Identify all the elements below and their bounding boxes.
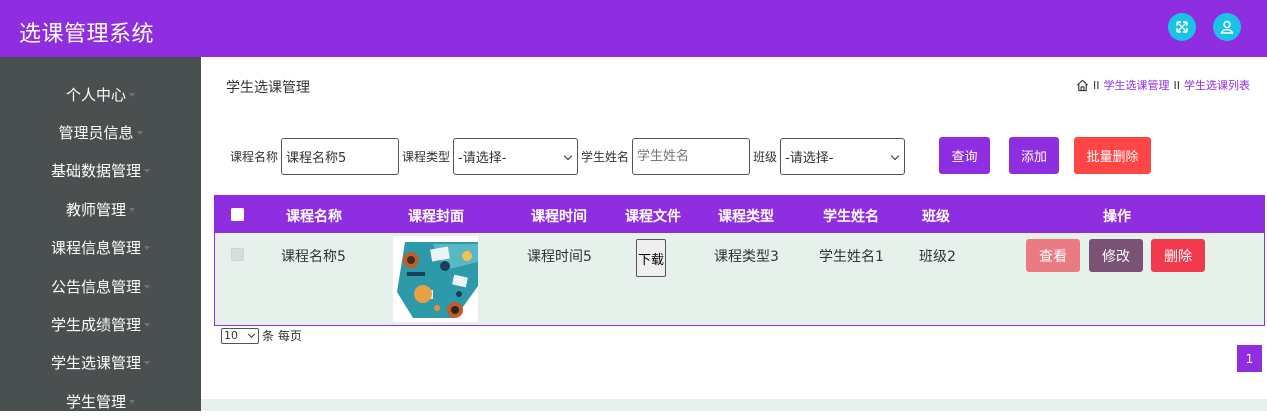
sidebar-item-personal-center[interactable]: 个人中心 <box>0 76 201 112</box>
user-icon[interactable] <box>1213 13 1241 41</box>
header-actions: 操作 <box>1103 209 1131 225</box>
chevron-down-icon <box>129 93 135 97</box>
app-title: 选课管理系统 <box>19 22 155 47</box>
class-label: 班级 <box>753 149 778 164</box>
header-student-name: 学生姓名 <box>823 209 879 225</box>
select-all-checkbox[interactable] <box>231 208 244 221</box>
main-content: 学生选课管理 II 学生选课管理 II 学生选课列表 课程名称 课程类型 -请选… <box>201 57 1267 411</box>
chevron-down-icon <box>144 323 150 327</box>
class-selected: -请选择- <box>785 150 834 166</box>
pagination: 10 条 每页 <box>221 327 302 344</box>
sidebar-item-label: 课程信息管理 <box>50 238 141 257</box>
header-course-file: 课程文件 <box>625 209 681 225</box>
chevron-down-icon <box>563 151 573 160</box>
sidebar-item-basic-data[interactable]: 基础数据管理 <box>0 152 201 188</box>
course-type-label: 课程类型 <box>402 149 451 164</box>
sidebar-item-students[interactable]: 学生管理 <box>0 383 201 419</box>
chevron-down-icon <box>144 285 150 289</box>
batch-delete-button[interactable]: 批量删除 <box>1074 137 1151 174</box>
sidebar-item-label: 学生成绩管理 <box>50 315 141 334</box>
header-course-name: 课程名称 <box>286 209 342 225</box>
delete-button[interactable]: 删除 <box>1151 239 1205 272</box>
sidebar-item-label: 学生管理 <box>65 392 126 411</box>
header-class: 班级 <box>922 209 950 225</box>
page-size-select[interactable]: 10 <box>221 327 259 344</box>
sidebar-item-admin-info[interactable]: 管理员信息 <box>0 114 201 150</box>
page-size-suffix: 条 每页 <box>262 329 302 343</box>
breadcrumb-item[interactable]: 学生选课管理 <box>1104 77 1170 93</box>
sidebar-item-announcements[interactable]: 公告信息管理 <box>0 268 201 304</box>
footer-band <box>201 399 1267 411</box>
sidebar-item-course-selection[interactable]: 学生选课管理 <box>0 344 201 380</box>
sidebar-item-label: 基础数据管理 <box>50 161 141 180</box>
course-name-label: 课程名称 <box>230 149 279 164</box>
course-name-input[interactable] <box>281 137 400 175</box>
home-icon[interactable] <box>1076 79 1089 92</box>
course-cover-image <box>393 236 478 322</box>
search-bar: 课程名称 课程类型 -请选择- 学生姓名 班级 -请选择- <box>230 137 908 175</box>
chevron-down-icon <box>144 169 150 173</box>
breadcrumb: II 学生选课管理 II 学生选课列表 <box>1076 77 1250 93</box>
chevron-down-icon <box>247 330 256 338</box>
fullscreen-icon[interactable] <box>1168 13 1196 41</box>
student-name-label: 学生姓名 <box>581 149 630 164</box>
breadcrumb-item[interactable]: 学生选课列表 <box>1184 77 1250 93</box>
cell-student-name: 学生姓名1 <box>819 249 884 265</box>
course-type-select[interactable]: -请选择- <box>453 137 579 175</box>
header-course-time: 课程时间 <box>531 209 587 225</box>
sidebar-item-label: 个人中心 <box>65 85 126 104</box>
edit-button[interactable]: 修改 <box>1089 239 1143 272</box>
course-type-selected: -请选择- <box>458 150 507 166</box>
page-title: 学生选课管理 <box>226 80 310 96</box>
top-header: 选课管理系统 <box>0 0 1267 57</box>
chevron-down-icon <box>144 361 150 365</box>
header-course-cover: 课程封面 <box>408 209 464 225</box>
download-button[interactable]: 下载 <box>636 239 666 277</box>
page-number-button[interactable]: 1 <box>1237 345 1262 372</box>
student-name-input[interactable] <box>632 137 751 175</box>
view-button[interactable]: 查看 <box>1026 239 1080 272</box>
table-row: 课程名称5 课程时间5 下载 课程类型3 学生姓名1 班级2 查看 修改 删除 <box>215 233 1264 325</box>
sidebar-item-teachers[interactable]: 教师管理 <box>0 191 201 227</box>
breadcrumb-separator: II <box>1093 78 1100 92</box>
breadcrumb-separator: II <box>1173 78 1181 92</box>
header-course-type: 课程类型 <box>718 209 774 225</box>
sidebar-item-label: 学生选课管理 <box>50 353 141 372</box>
page-size-value: 10 <box>224 329 238 342</box>
table-header: 课程名称 课程封面 课程时间 课程文件 课程类型 学生姓名 班级 操作 <box>215 196 1264 233</box>
row-checkbox[interactable] <box>231 248 244 261</box>
cell-class: 班级2 <box>919 249 956 265</box>
course-selection-table: 课程名称 课程封面 课程时间 课程文件 课程类型 学生姓名 班级 操作 课程名称… <box>214 195 1265 326</box>
cell-course-type: 课程类型3 <box>714 249 779 265</box>
class-select[interactable]: -请选择- <box>780 137 906 175</box>
cell-course-time: 课程时间5 <box>527 249 592 265</box>
add-button[interactable]: 添加 <box>1009 137 1059 174</box>
sidebar-item-grades[interactable]: 学生成绩管理 <box>0 306 201 342</box>
chevron-down-icon <box>129 400 135 404</box>
chevron-down-icon <box>144 246 150 250</box>
sidebar-item-label: 教师管理 <box>65 200 126 219</box>
sidebar-item-label: 管理员信息 <box>58 123 134 142</box>
sidebar-item-label: 公告信息管理 <box>50 277 141 296</box>
sidebar: 个人中心 管理员信息 基础数据管理 教师管理 课程信息管理 公告信息管理 学生成… <box>0 57 201 411</box>
chevron-down-icon <box>136 131 143 135</box>
sidebar-item-courses[interactable]: 课程信息管理 <box>0 229 201 265</box>
chevron-down-icon <box>129 208 135 212</box>
query-button[interactable]: 查询 <box>939 137 990 174</box>
cell-course-name: 课程名称5 <box>281 249 346 265</box>
chevron-down-icon <box>890 151 900 160</box>
